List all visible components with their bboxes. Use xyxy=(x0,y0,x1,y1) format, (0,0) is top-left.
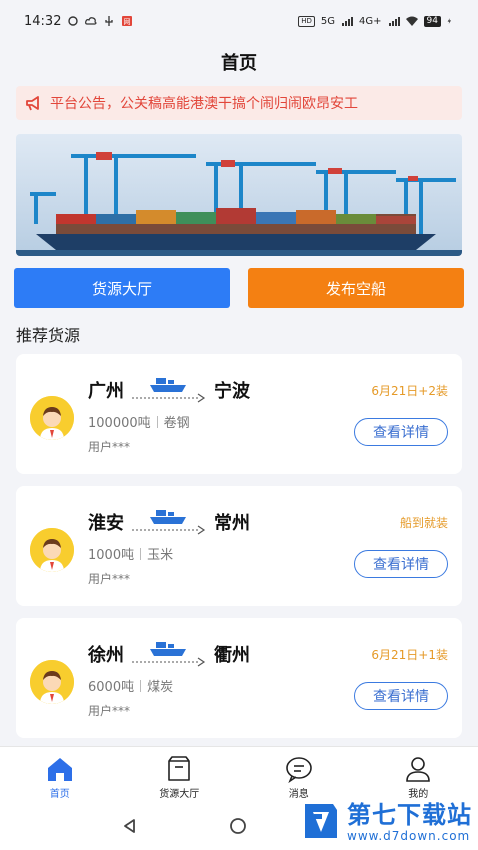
ship-arrow-icon xyxy=(130,508,208,536)
divider xyxy=(140,548,142,560)
tab-mine-label: 我的 xyxy=(408,789,429,800)
cargo-hall-button[interactable]: 货源大厅 xyxy=(14,268,230,308)
tab-messages[interactable]: 消息 xyxy=(239,747,359,802)
sync-icon xyxy=(68,16,79,26)
destination-city: 常州 xyxy=(214,513,250,534)
avatar xyxy=(30,528,74,572)
megaphone-icon xyxy=(26,96,39,111)
user-avatar-icon xyxy=(30,528,74,572)
page-title: 首页 xyxy=(221,53,257,74)
tab-messages-label: 消息 xyxy=(288,789,309,800)
cargo-goods: 玉米 xyxy=(147,548,174,563)
loading-date: 6月21日+1装 xyxy=(371,648,448,662)
home-icon xyxy=(47,758,72,781)
svg-text:网: 网 xyxy=(124,18,131,26)
tab-cargo-label: 货源大厅 xyxy=(159,789,200,800)
user-avatar-icon xyxy=(30,660,74,704)
tab-home[interactable]: 首页 xyxy=(0,747,120,802)
hd-badge: HD xyxy=(298,15,315,27)
view-details-button[interactable]: 查看详情 xyxy=(354,418,448,446)
message-icon xyxy=(285,757,312,783)
cargo-weight: 100000吨 xyxy=(88,416,151,431)
view-details-button[interactable]: 查看详情 xyxy=(354,550,448,578)
site-watermark: 第七下载站 www.d7down.com xyxy=(301,800,472,844)
cargo-user: 用户*** xyxy=(88,440,131,454)
signal-4g-label: 4G+ xyxy=(359,15,382,27)
signal-4g-icon xyxy=(388,17,400,26)
signal-5g-label: 5G xyxy=(320,15,336,27)
watermark-url: www.d7down.com xyxy=(347,829,471,843)
destination-city: 宁波 xyxy=(214,381,250,402)
cargo-meta: 6000吨 煤炭 xyxy=(88,676,173,695)
charging-icon xyxy=(447,18,452,24)
divider xyxy=(140,680,142,692)
user-avatar-icon xyxy=(30,396,74,440)
route: 广州 宁波 xyxy=(88,376,250,404)
ship-arrow-icon xyxy=(130,640,208,668)
tab-cargo[interactable]: 货源大厅 xyxy=(120,747,240,802)
announcement-bar[interactable]: 平台公告，公关稿高能港澳干搞个闹归闹欧昂安工 xyxy=(16,86,462,120)
cargo-weight: 1000吨 xyxy=(88,548,135,563)
watermark-logo-icon xyxy=(305,804,337,838)
view-details-button[interactable]: 查看详情 xyxy=(354,682,448,710)
cargo-weight: 6000吨 xyxy=(88,680,135,695)
publish-ship-button[interactable]: 发布空船 xyxy=(248,268,464,308)
route: 淮安 常州 xyxy=(88,508,250,536)
cargo-goods: 煤炭 xyxy=(147,680,174,695)
box-icon xyxy=(168,756,191,781)
cargo-card[interactable]: 广州 宁波 100000吨 卷钢 用户*** 6月21日+2装 查看详情 xyxy=(16,354,462,474)
cargo-card[interactable]: 徐州 衢州 6000吨 煤炭 用户*** 6月21日+1装 查看详情 xyxy=(16,618,462,738)
action-row: 货源大厅 发布空船 xyxy=(14,268,464,308)
avatar xyxy=(30,396,74,440)
divider xyxy=(156,416,158,428)
origin-city: 广州 xyxy=(88,381,124,402)
port-banner-image[interactable] xyxy=(16,134,462,256)
loading-date: 6月21日+2装 xyxy=(371,384,448,398)
wifi-icon xyxy=(405,16,418,26)
status-left: 14:32 网 xyxy=(24,14,133,29)
tab-mine[interactable]: 我的 xyxy=(359,747,478,802)
app-notification-icon: 网 xyxy=(122,16,133,26)
signal-5g-icon xyxy=(342,17,354,26)
cargo-goods: 卷钢 xyxy=(163,416,190,431)
port-illustration xyxy=(16,134,462,256)
avatar xyxy=(30,660,74,704)
origin-city: 淮安 xyxy=(88,513,124,534)
watermark-text: 第七下载站 www.d7down.com xyxy=(347,801,472,843)
home-nav-icon[interactable] xyxy=(228,816,248,836)
status-bar: 14:32 网 HD 5G 4G+ 94 xyxy=(0,0,478,42)
user-icon xyxy=(406,757,431,782)
cargo-meta: 1000吨 玉米 xyxy=(88,544,173,563)
battery-indicator: 94 xyxy=(423,15,441,27)
cargo-meta: 100000吨 卷钢 xyxy=(88,412,190,431)
tab-home-label: 首页 xyxy=(49,789,70,800)
announcement-text: 平台公告，公关稿高能港澳干搞个闹归闹欧昂安工 xyxy=(50,96,358,112)
status-time: 14:32 xyxy=(24,13,62,29)
cargo-list: 广州 宁波 100000吨 卷钢 用户*** 6月21日+2装 查看详情 淮安 … xyxy=(16,354,462,738)
watermark-title: 第七下载站 xyxy=(347,801,472,829)
destination-city: 衢州 xyxy=(214,645,250,666)
origin-city: 徐州 xyxy=(88,645,124,666)
status-right: HD 5G 4G+ 94 xyxy=(298,15,454,27)
loading-date: 船到就装 xyxy=(399,516,448,530)
cargo-user: 用户*** xyxy=(88,572,131,586)
bottom-tab-bar: 首页 货源大厅 消息 我的 xyxy=(0,746,478,802)
cloud-icon xyxy=(85,17,98,25)
section-title: 推荐货源 xyxy=(16,326,81,345)
cargo-user: 用户*** xyxy=(88,704,131,718)
cargo-card[interactable]: 淮安 常州 1000吨 玉米 用户*** 船到就装 查看详情 xyxy=(16,486,462,606)
usb-icon xyxy=(105,16,114,26)
route: 徐州 衢州 xyxy=(88,640,250,668)
back-icon[interactable] xyxy=(120,816,140,836)
ship-arrow-icon xyxy=(130,376,208,404)
